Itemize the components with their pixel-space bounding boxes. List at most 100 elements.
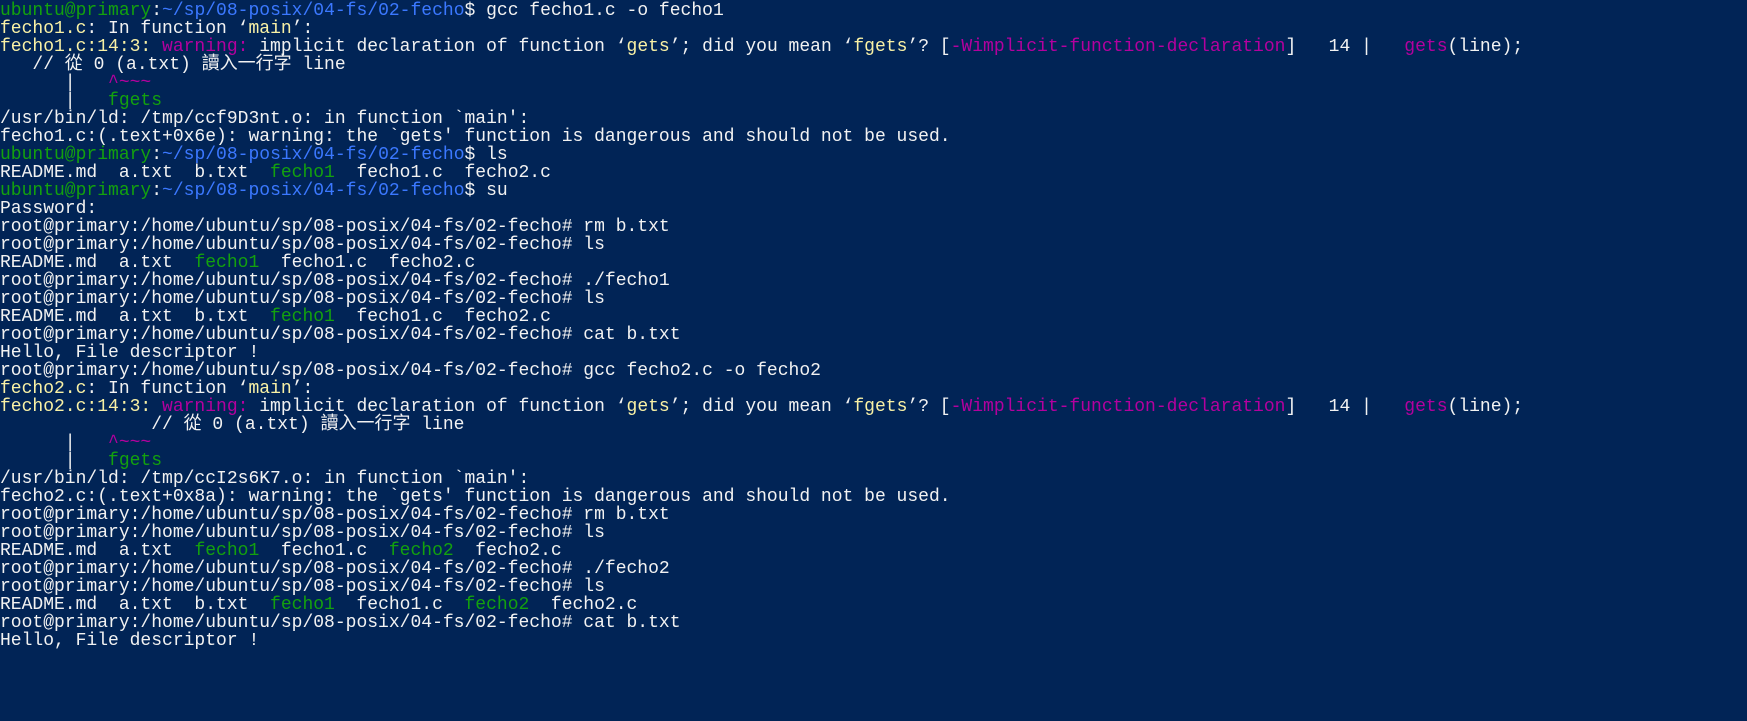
terminal-window[interactable]: ubuntu@primary:~/sp/08-posix/04-fs/02-fe… (0, 0, 1747, 721)
terminal-line: fecho2.c:(.text+0x8a): warning: the `get… (0, 487, 951, 507)
terminal-text-segment: $ ls (464, 145, 508, 165)
terminal-text-segment: implicit declaration of function ‘ (259, 397, 627, 417)
terminal-text-segment: fecho2.c:14:3: (0, 397, 163, 417)
terminal-text-segment: root@primary:/home/ubuntu/sp/08-posix/04… (0, 613, 681, 633)
terminal-text-segment: : (151, 145, 163, 165)
terminal-text-segment: fecho1.c:(.text+0x6e): warning: the `get… (0, 127, 951, 147)
terminal-line: | ^~~~ (0, 73, 151, 93)
terminal-text-segment: README.md a.txt b.txt (0, 163, 271, 183)
terminal-line: root@primary:/home/ubuntu/sp/08-posix/04… (0, 271, 670, 291)
terminal-text-segment: README.md a.txt b.txt (0, 595, 271, 615)
terminal-line: README.md a.txt b.txt fecho1 fecho1.c fe… (0, 163, 551, 183)
terminal-text-segment: fecho1 (270, 595, 335, 615)
terminal-text-segment: fecho1 (194, 541, 260, 561)
terminal-line: /usr/bin/ld: /tmp/ccf9D3nt.o: in functio… (0, 109, 529, 129)
terminal-text-segment: gets (626, 397, 670, 417)
terminal-line: root@primary:/home/ubuntu/sp/08-posix/04… (0, 325, 681, 345)
terminal-text-segment: : In function (86, 19, 238, 39)
terminal-text-segment: : In function (86, 379, 238, 399)
terminal-text-segment: // 從 0 (a.txt) 讀入一行字 line (0, 415, 465, 435)
terminal-line: | fgets (0, 451, 162, 471)
terminal-text-segment: (line); (1447, 37, 1524, 57)
terminal-text-segment: (line); (1447, 397, 1524, 417)
terminal-text-segment: fecho1.c (0, 19, 87, 39)
terminal-text-segment: Password: (0, 199, 98, 219)
terminal-text-segment: gets (1404, 37, 1448, 57)
terminal-line: fecho1.c: In function ‘main’: (0, 19, 313, 39)
terminal-text-segment: root@primary:/home/ubuntu/sp/08-posix/04… (0, 505, 670, 525)
terminal-line: /usr/bin/ld: /tmp/ccI2s6K7.o: in functio… (0, 469, 529, 489)
terminal-line: root@primary:/home/ubuntu/sp/08-posix/04… (0, 361, 821, 381)
terminal-text-segment: ] 14 | (1285, 397, 1405, 417)
terminal-line: README.md a.txt fecho1 fecho1.c fecho2 f… (0, 541, 562, 561)
terminal-line: // 從 0 (a.txt) 讀入一行字 line (0, 55, 345, 75)
terminal-text-segment: ’; did you mean ‘ (669, 397, 854, 417)
terminal-line: fecho2.c:14:3: warning: implicit declara… (0, 397, 1523, 417)
terminal-text-segment: : (151, 181, 163, 201)
terminal-line: root@primary:/home/ubuntu/sp/08-posix/04… (0, 613, 681, 633)
terminal-text-segment: root@primary:/home/ubuntu/sp/08-posix/04… (0, 361, 821, 381)
terminal-text-segment: : (151, 1, 163, 21)
terminal-text-segment: root@primary:/home/ubuntu/sp/08-posix/04… (0, 271, 670, 291)
terminal-text-segment: fecho1 (270, 163, 335, 183)
terminal-text-segment: ’? [ (907, 37, 951, 57)
terminal-text-segment: fgets (853, 37, 908, 57)
terminal-text-segment: ~/sp/08-posix/04-fs/02-fecho (162, 1, 465, 21)
terminal-text-segment: ~/sp/08-posix/04-fs/02-fecho (162, 181, 465, 201)
terminal-line: README.md a.txt b.txt fecho1 fecho1.c fe… (0, 307, 551, 327)
terminal-text-segment: | (0, 73, 109, 93)
terminal-line: root@primary:/home/ubuntu/sp/08-posix/04… (0, 235, 605, 255)
terminal-text-segment: fgets (108, 91, 163, 111)
terminal-text-segment: -Wimplicit-function-declaration (950, 397, 1286, 417)
terminal-text-segment: ^~~~ (108, 433, 152, 453)
terminal-line: ubuntu@primary:~/sp/08-posix/04-fs/02-fe… (0, 145, 508, 165)
terminal-text-segment: fecho2 (464, 595, 530, 615)
terminal-text-segment: ] 14 | (1285, 37, 1405, 57)
terminal-text-segment: fecho1 (194, 253, 260, 273)
terminal-text-segment: fgets (853, 397, 908, 417)
terminal-text-segment: ^~~~ (108, 73, 152, 93)
terminal-text-segment: fecho2.c (0, 379, 87, 399)
terminal-text-segment: root@primary:/home/ubuntu/sp/08-posix/04… (0, 325, 681, 345)
terminal-text-segment: implicit declaration of function ‘ (259, 37, 627, 57)
terminal-text-segment: fecho2 (388, 541, 454, 561)
terminal-text-segment: fecho1.c fecho2.c (334, 307, 551, 327)
terminal-text-segment: warning: (162, 397, 260, 417)
terminal-text-segment: ubuntu@primary (0, 181, 152, 201)
terminal-line: Hello, File descriptor ! (0, 343, 259, 363)
terminal-text-segment: ‘ (237, 19, 249, 39)
terminal-text-segment: ubuntu@primary (0, 145, 152, 165)
terminal-line: root@primary:/home/ubuntu/sp/08-posix/04… (0, 289, 605, 309)
terminal-line: fecho2.c: In function ‘main’: (0, 379, 313, 399)
terminal-line: | fgets (0, 91, 162, 111)
terminal-text-segment: ubuntu@primary (0, 1, 152, 21)
terminal-text-segment: fecho2.c (453, 541, 562, 561)
terminal-line: Password: (0, 199, 97, 219)
terminal-text-segment: fecho2.c:(.text+0x8a): warning: the `get… (0, 487, 951, 507)
terminal-line: // 從 0 (a.txt) 讀入一行字 line (0, 415, 464, 435)
terminal-text-segment: root@primary:/home/ubuntu/sp/08-posix/04… (0, 235, 605, 255)
terminal-text-segment: root@primary:/home/ubuntu/sp/08-posix/04… (0, 217, 670, 237)
terminal-line: root@primary:/home/ubuntu/sp/08-posix/04… (0, 577, 605, 597)
terminal-text-segment: main (248, 379, 292, 399)
terminal-text-segment: root@primary:/home/ubuntu/sp/08-posix/04… (0, 523, 605, 543)
terminal-text-segment: fecho1.c (334, 595, 465, 615)
terminal-line: fecho1.c:(.text+0x6e): warning: the `get… (0, 127, 951, 147)
terminal-text-segment: warning: (162, 37, 260, 57)
terminal-line: Hello, File descriptor ! (0, 631, 259, 651)
terminal-text-segment: /usr/bin/ld: /tmp/ccf9D3nt.o: in functio… (0, 109, 530, 129)
terminal-line: README.md a.txt b.txt fecho1 fecho1.c fe… (0, 595, 637, 615)
terminal-text-segment: fecho1 (270, 307, 335, 327)
terminal-text-segment: README.md a.txt b.txt (0, 307, 271, 327)
terminal-line: root@primary:/home/ubuntu/sp/08-posix/04… (0, 523, 605, 543)
terminal-line: ubuntu@primary:~/sp/08-posix/04-fs/02-fe… (0, 181, 508, 201)
terminal-line: root@primary:/home/ubuntu/sp/08-posix/04… (0, 217, 670, 237)
terminal-text-segment: | (0, 451, 109, 471)
terminal-text-segment: fecho1.c fecho2.c (259, 253, 476, 273)
terminal-text-segment: $ gcc fecho1.c -o fecho1 (464, 1, 724, 21)
terminal-text-segment: ‘ (237, 379, 249, 399)
terminal-line: README.md a.txt fecho1 fecho1.c fecho2.c (0, 253, 475, 273)
terminal-text-segment: ’: (291, 379, 314, 399)
terminal-line: fecho1.c:14:3: warning: implicit declara… (0, 37, 1523, 57)
terminal-text-segment: gets (626, 37, 670, 57)
